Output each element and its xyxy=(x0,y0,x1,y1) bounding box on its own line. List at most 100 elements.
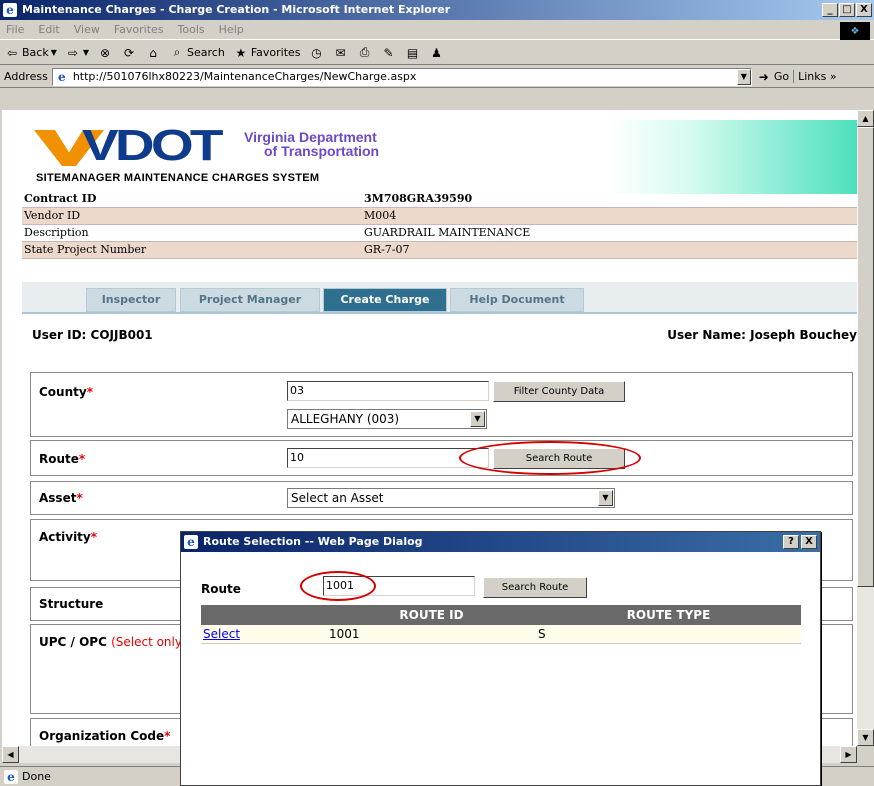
county-input[interactable]: 03 xyxy=(287,381,489,401)
search-icon: ⌕ xyxy=(173,45,181,59)
table-header-row: ROUTE ID ROUTE TYPE xyxy=(201,605,801,625)
column-header xyxy=(201,605,327,625)
select-cell: Select xyxy=(201,625,327,644)
page-icon: e xyxy=(54,69,69,84)
menu-file[interactable]: File xyxy=(6,23,24,36)
scroll-up-icon[interactable]: ▲ xyxy=(857,110,874,127)
info-row: Contract ID 3M708GRA39590 xyxy=(22,190,857,208)
stop-icon[interactable]: ⊗ xyxy=(97,45,113,61)
search-button[interactable]: ⌕ Search xyxy=(169,45,225,61)
user-name: User Name: Joseph Bouchey xyxy=(667,328,857,342)
window-title: Maintenance Charges - Charge Creation - … xyxy=(22,3,451,16)
filter-county-button[interactable]: Filter County Data xyxy=(493,381,625,402)
help-button[interactable]: ? xyxy=(783,535,799,549)
asset-select[interactable]: Select an Asset ▼ xyxy=(287,488,615,508)
address-input[interactable]: e http://501076lhx80223/MaintenanceCharg… xyxy=(51,67,752,86)
ie-icon: e xyxy=(184,535,198,549)
route-selection-dialog: e Route Selection -- Web Page Dialog ? X… xyxy=(180,531,821,786)
vdot-banner: VDOT Virginia Department of Transportati… xyxy=(22,120,857,194)
scroll-thumb[interactable] xyxy=(857,127,874,587)
table-row: Select 1001 S xyxy=(201,625,801,644)
address-label: Address xyxy=(4,70,48,83)
user-id: User ID: COJJB001 xyxy=(32,328,153,342)
go-arrow-icon: ➜ xyxy=(758,69,769,84)
route-section: Route* 10 Search Route xyxy=(30,440,853,476)
asset-label: Asset* xyxy=(39,491,83,505)
system-name: SITEMANAGER MAINTENANCE CHARGES SYSTEM xyxy=(36,172,320,184)
close-button[interactable]: X xyxy=(856,3,872,17)
highlight-ellipse xyxy=(300,571,376,601)
menu-edit[interactable]: Edit xyxy=(38,23,59,36)
address-url: http://501076lhx80223/MaintenanceCharges… xyxy=(72,70,417,83)
menu-bar: File Edit View Favorites Tools Help xyxy=(0,20,874,40)
select-link[interactable]: Select xyxy=(203,627,240,641)
menu-help[interactable]: Help xyxy=(219,23,244,36)
info-row: Description GUARDRAIL MAINTENANCE xyxy=(22,224,857,242)
address-dropdown-icon[interactable]: ▼ xyxy=(736,68,751,85)
back-arrow-icon: ⇦ xyxy=(6,45,18,60)
discuss-icon[interactable]: ▤ xyxy=(405,45,421,61)
asset-section: Asset* Select an Asset ▼ xyxy=(30,481,853,515)
tab-project-manager[interactable]: Project Manager xyxy=(180,288,320,312)
toolbar: ⇦ Back ▼ ⇨ ▼ ⊗ ⟳ ⌂ ⌕ Search ★ Favorites ◷ ✉ ⎙… xyxy=(0,41,874,65)
messenger-icon[interactable]: ♟ xyxy=(429,45,445,61)
info-row: State Project Number GR-7-07 xyxy=(22,241,857,259)
dialog-close-button[interactable]: X xyxy=(801,535,817,549)
print-icon[interactable]: ⎙ xyxy=(357,45,373,61)
chevron-down-icon: ▼ xyxy=(598,490,613,506)
favorites-button[interactable]: ★ Favorites xyxy=(233,45,300,61)
scroll-left-icon[interactable]: ◀ xyxy=(2,746,19,763)
county-label: County* xyxy=(39,385,93,399)
chevron-down-icon: ▼ xyxy=(470,411,485,427)
info-row: Vendor ID M004 xyxy=(22,207,857,225)
route-id-cell: 1001 xyxy=(327,625,536,644)
tab-help-document[interactable]: Help Document xyxy=(450,288,584,312)
menu-tools[interactable]: Tools xyxy=(178,23,205,36)
dialog-title: Route Selection -- Web Page Dialog xyxy=(203,535,423,548)
forward-arrow-icon: ⇨ xyxy=(67,45,78,60)
tab-inspector[interactable]: Inspector xyxy=(86,288,176,312)
ie-icon: e xyxy=(3,3,17,17)
go-button[interactable]: ➜ Go xyxy=(756,69,789,85)
scroll-right-icon[interactable]: ▶ xyxy=(840,746,857,763)
menu-favorites[interactable]: Favorites xyxy=(114,23,164,36)
structure-label: Structure xyxy=(39,597,104,611)
title-bar: e Maintenance Charges - Charge Creation … xyxy=(0,0,874,20)
windows-logo-icon: ❖ xyxy=(840,22,870,40)
route-label: Route* xyxy=(39,452,86,466)
vertical-scrollbar[interactable]: ▲ ▼ xyxy=(857,110,874,746)
refresh-icon[interactable]: ⟳ xyxy=(121,45,137,61)
user-row: User ID: COJJB001 User Name: Joseph Bouc… xyxy=(32,328,857,342)
contract-info-table: Contract ID 3M708GRA39590 Vendor ID M004 D… xyxy=(22,190,857,259)
browser-window: e Maintenance Charges - Charge Creation … xyxy=(0,0,874,786)
edit-icon[interactable]: ✎ xyxy=(381,45,397,61)
dialog-route-label: Route xyxy=(201,582,241,596)
links-button[interactable]: Links » xyxy=(793,70,837,83)
menu-view[interactable]: View xyxy=(74,23,100,36)
forward-button[interactable]: ⇨ ▼ xyxy=(65,45,89,61)
vdot-dept: Virginia Department of Transportation xyxy=(244,129,380,159)
minimize-button[interactable]: _ xyxy=(822,3,838,17)
scroll-down-icon[interactable]: ▼ xyxy=(857,729,874,746)
dialog-title-bar: e Route Selection -- Web Page Dialog ? X xyxy=(181,532,820,552)
vdot-logo: VDOT xyxy=(82,121,224,170)
tab-bar: Inspector Project Manager Create Charge … xyxy=(22,282,857,314)
home-icon[interactable]: ⌂ xyxy=(145,45,161,61)
route-results-table: ROUTE ID ROUTE TYPE Select 1001 S xyxy=(201,605,801,644)
back-button[interactable]: ⇦ Back ▼ xyxy=(4,45,57,61)
dialog-search-route-button[interactable]: Search Route xyxy=(483,577,587,598)
page-status-icon: e xyxy=(4,769,18,784)
route-type-cell: S xyxy=(536,625,801,644)
tab-create-charge[interactable]: Create Charge xyxy=(323,288,447,312)
mail-icon[interactable]: ✉ xyxy=(333,45,349,61)
highlight-ellipse xyxy=(459,441,641,475)
maximize-button[interactable]: □ xyxy=(839,3,855,17)
upc-label: UPC / OPC (Select only xyxy=(39,635,182,649)
county-select[interactable]: ALLEGHANY (003) ▼ xyxy=(287,409,487,429)
history-icon[interactable]: ◷ xyxy=(309,45,325,61)
favorites-icon: ★ xyxy=(235,45,247,60)
county-section: County* 03 Filter County Data ALLEGHANY … xyxy=(30,372,853,437)
address-bar: Address e http://501076lhx80223/Maintena… xyxy=(0,66,874,88)
org-code-label: Organization Code* xyxy=(39,729,171,743)
activity-label: Activity* xyxy=(39,530,98,544)
